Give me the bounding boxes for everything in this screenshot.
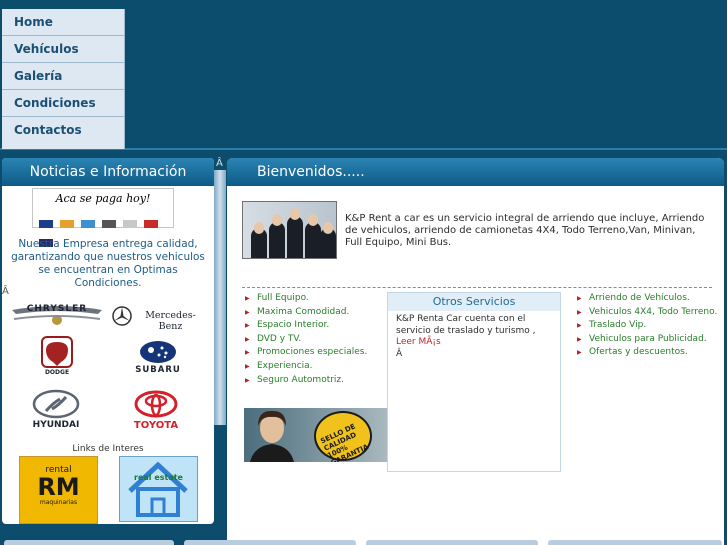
feature-item: Ofertas y descuentos. bbox=[577, 346, 722, 360]
person-1-head bbox=[254, 222, 264, 234]
welcome-intro: K&P Rent a car es un servicio integral d… bbox=[345, 213, 705, 248]
real-estate-text: real estate bbox=[134, 473, 183, 482]
person-4 bbox=[305, 222, 321, 258]
chrysler-text: CHRYSLER bbox=[26, 304, 88, 314]
toyota-logo[interactable]: TOYOTA bbox=[124, 389, 188, 435]
ram-head-icon bbox=[41, 336, 73, 368]
feature-item: Arriendo de Vehículos. bbox=[577, 292, 722, 306]
feature-item: Traslado Vip. bbox=[577, 319, 722, 333]
person-5-head bbox=[323, 222, 333, 234]
rm-big-text: RM bbox=[37, 473, 80, 501]
rental-rm-link[interactable]: rental RM maquinarias bbox=[19, 456, 98, 524]
feature-item: Vehiculos 4X4, Todo Terreno. bbox=[577, 306, 722, 320]
person-4-head bbox=[308, 214, 318, 226]
welcome-panel: Bienvenidos..... K&P Rent a car es un se… bbox=[227, 158, 724, 545]
nav-home[interactable]: Home bbox=[2, 9, 124, 36]
hyundai-logo[interactable]: HYUNDAI bbox=[26, 389, 86, 435]
payment-title: Aca se paga hoy! bbox=[55, 192, 151, 205]
toyota-ellipses-icon bbox=[134, 390, 178, 418]
feature-item: Full Equipo. bbox=[245, 292, 380, 306]
footer-tab bbox=[4, 540, 174, 545]
payment-cards bbox=[39, 213, 167, 247]
site-header: Home Vehículos Galería Condiciones Conta… bbox=[0, 0, 727, 152]
nav-galeria[interactable]: Galería bbox=[2, 63, 124, 90]
mastercard-icon bbox=[60, 220, 75, 228]
house-icon bbox=[128, 461, 188, 517]
hyundai-text: HYUNDAI bbox=[32, 420, 80, 430]
footer-tabs bbox=[0, 540, 727, 545]
other-services-body: K&P Renta Car cuenta con el servicio de … bbox=[388, 311, 560, 363]
feature-item: Experiencia. bbox=[245, 360, 380, 374]
footer-tab bbox=[548, 540, 722, 545]
person-3-head bbox=[290, 208, 300, 220]
features-list-right: Arriendo de Vehículos. Vehiculos 4X4, To… bbox=[577, 292, 722, 360]
nav-vehiculos[interactable]: Vehículos bbox=[2, 36, 124, 63]
dodge-logo[interactable]: DODGE bbox=[36, 336, 78, 380]
company-intro: Nuestra Empresa entrega calidad, garanti… bbox=[11, 238, 205, 289]
person-2-head bbox=[272, 214, 282, 226]
toyota-text: TOYOTA bbox=[133, 420, 179, 431]
hyundai-h-icon bbox=[32, 389, 80, 419]
feature-item: Vehiculos para Publicidad. bbox=[577, 333, 722, 347]
column-separator bbox=[214, 170, 226, 425]
dashed-divider bbox=[242, 287, 712, 288]
payment-methods-banner: Aca se paga hoy! bbox=[32, 188, 174, 247]
read-more-link[interactable]: Leer MÃ¡s bbox=[396, 337, 441, 347]
nav-contactos[interactable]: Contactos bbox=[2, 117, 124, 143]
person-3 bbox=[287, 216, 303, 258]
feature-item: Promociones especiales. bbox=[245, 346, 380, 360]
visa-icon bbox=[39, 220, 53, 228]
mercedes-star-icon bbox=[112, 306, 132, 326]
other-services-box: Otros Servicios K&P Renta Car cuenta con… bbox=[387, 292, 561, 472]
magna-icon bbox=[123, 220, 138, 228]
subaru-logo[interactable]: SUBARU bbox=[130, 339, 186, 379]
redcompra-icon bbox=[144, 220, 159, 228]
news-panel-title: Noticias e Información bbox=[2, 158, 214, 186]
stray-character: Â bbox=[396, 348, 403, 359]
real-estate-link[interactable]: real estate bbox=[119, 456, 198, 522]
team-photo bbox=[242, 201, 337, 259]
chrysler-logo[interactable]: CHRYSLER bbox=[10, 303, 104, 327]
seal-text: SELLO DE CALIDAD 100% GARANTIA bbox=[319, 422, 370, 462]
quality-seal-banner: SELLO DE CALIDAD 100% GARANTIA bbox=[244, 408, 387, 462]
feature-item: Espacio Interior. bbox=[245, 319, 380, 333]
feature-item: DVD y TV. bbox=[245, 333, 380, 347]
footer-tab bbox=[366, 540, 538, 545]
stray-character: Â bbox=[2, 286, 9, 297]
dodge-text: DODGE bbox=[44, 369, 70, 376]
features-list-left: Full Equipo. Maxima Comodidad. Espacio I… bbox=[245, 292, 380, 387]
other-services-text: K&P Renta Car cuenta con el servicio de … bbox=[396, 314, 536, 336]
feature-item: Maxima Comodidad. bbox=[245, 306, 380, 320]
feature-item: Seguro Automotriz. bbox=[245, 374, 380, 388]
stray-character-top: Â bbox=[216, 158, 223, 169]
links-title: Links de Interes bbox=[72, 444, 144, 454]
welcome-title: Bienvenidos..... bbox=[227, 158, 724, 186]
footer-tab bbox=[184, 540, 356, 545]
news-panel: Noticias e Información Aca se paga hoy! … bbox=[2, 158, 214, 524]
amex-icon bbox=[81, 220, 96, 228]
subaru-text: SUBARU bbox=[135, 365, 181, 375]
pleiades-stars-icon bbox=[140, 341, 176, 363]
mercedes-text: Mercedes-Benz bbox=[145, 310, 196, 332]
main-nav: Home Vehículos Galería Condiciones Conta… bbox=[2, 9, 125, 149]
nav-condiciones[interactable]: Condiciones bbox=[2, 90, 124, 117]
person-2 bbox=[269, 222, 285, 258]
woman-portrait-icon bbox=[250, 410, 294, 462]
other-services-title: Otros Servicios bbox=[388, 293, 560, 311]
quality-seal: SELLO DE CALIDAD 100% GARANTIA bbox=[314, 411, 372, 462]
mercedes-logo[interactable]: Mercedes-Benz bbox=[110, 303, 206, 332]
diners-icon bbox=[102, 220, 117, 228]
rm-tiny-text: maquinarias bbox=[39, 499, 78, 506]
